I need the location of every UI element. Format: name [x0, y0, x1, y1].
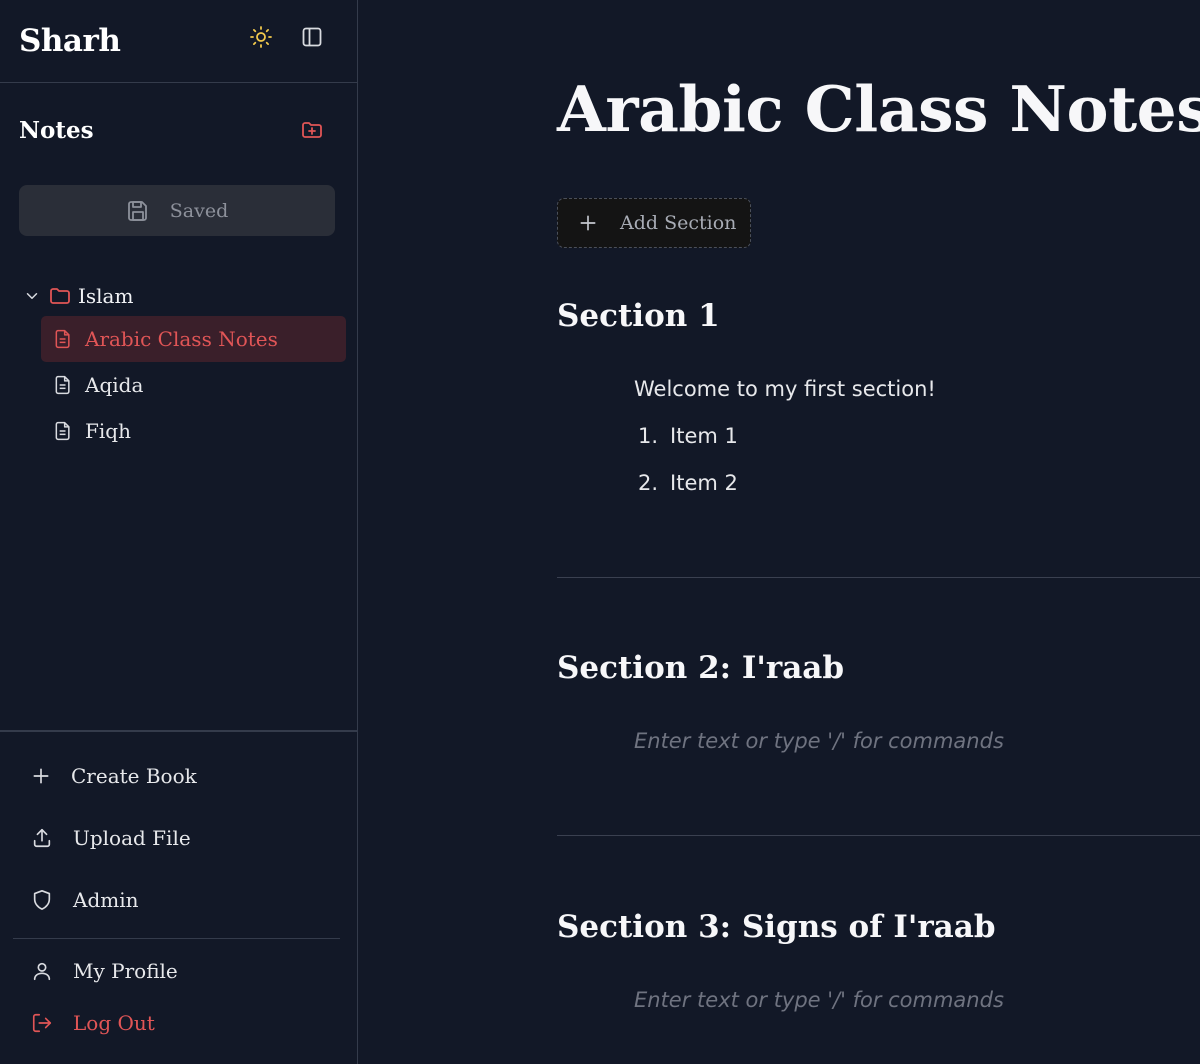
note-label: Aqida — [85, 373, 144, 397]
create-book-button[interactable]: Create Book — [13, 745, 358, 807]
my-profile-button[interactable]: My Profile — [13, 945, 358, 997]
app-root: Sharh Notes Saved Islam Arabic Class Not… — [0, 0, 1200, 1064]
note-label: Fiqh — [85, 419, 131, 443]
section-editor-placeholder[interactable]: Enter text or type '/' for commands — [634, 988, 1004, 1012]
chevron-down-icon[interactable] — [22, 287, 42, 305]
plus-icon — [33, 768, 49, 784]
note-item-arabic-class-notes[interactable]: Arabic Class Notes — [41, 316, 346, 362]
list-text: Item 1 — [670, 424, 738, 448]
file-text-icon — [55, 329, 70, 349]
upload-file-button[interactable]: Upload File — [13, 807, 358, 869]
sidebar-header: Sharh — [0, 0, 357, 83]
folder-plus-icon — [302, 122, 322, 138]
shield-icon — [33, 890, 51, 910]
log-out-label: Log Out — [73, 1011, 155, 1035]
section-divider — [557, 835, 1200, 836]
my-profile-label: My Profile — [73, 959, 178, 983]
list-number: 1. — [638, 424, 659, 448]
upload-file-label: Upload File — [73, 826, 191, 850]
editor-main: Arabic Class Notes Add Section Section 1… — [358, 0, 1200, 1064]
note-label: Arabic Class Notes — [85, 327, 278, 351]
list-text: Item 2 — [670, 471, 738, 495]
section-divider — [557, 577, 1200, 578]
sidebar: Sharh Notes Saved Islam Arabic Class Not… — [0, 0, 358, 1064]
note-item-aqida[interactable]: Aqida — [41, 362, 346, 408]
admin-button[interactable]: Admin — [13, 869, 358, 931]
upload-icon — [33, 828, 51, 848]
save-icon — [127, 200, 147, 221]
folder-icon — [50, 288, 70, 304]
saved-label: Saved — [169, 199, 229, 222]
footer-divider — [13, 938, 340, 939]
toggle-sidebar-button[interactable] — [297, 22, 327, 52]
plus-icon — [580, 215, 596, 231]
brand-logo[interactable]: Sharh — [19, 23, 121, 59]
notes-title: Notes — [19, 116, 94, 144]
create-book-label: Create Book — [71, 764, 197, 788]
user-icon — [33, 962, 51, 981]
folder-name: Islam — [78, 284, 134, 308]
log-out-button[interactable]: Log Out — [13, 997, 358, 1049]
notes-header: Notes — [0, 83, 357, 173]
section-title[interactable]: Section 3: Signs of I'raab — [557, 909, 996, 945]
section-editor-placeholder[interactable]: Enter text or type '/' for commands — [634, 729, 1004, 753]
admin-label: Admin — [73, 888, 139, 912]
section-text[interactable]: Welcome to my first section! — [634, 377, 936, 401]
saved-button[interactable]: Saved — [19, 185, 335, 236]
page-title[interactable]: Arabic Class Notes — [557, 72, 1200, 146]
add-section-label: Add Section — [620, 212, 737, 234]
sidebar-panel-icon — [302, 27, 322, 47]
section-title[interactable]: Section 2: I'raab — [557, 650, 844, 686]
list-number: 2. — [638, 471, 659, 495]
notes-tree: Islam Arabic Class Notes Aqida Fiqh — [0, 276, 357, 454]
log-out-icon — [32, 1013, 52, 1033]
file-text-icon — [55, 375, 70, 395]
note-item-fiqh[interactable]: Fiqh — [41, 408, 346, 454]
folder-islam[interactable]: Islam — [22, 276, 357, 316]
new-folder-button[interactable] — [297, 115, 327, 145]
add-section-button[interactable]: Add Section — [557, 198, 751, 248]
sun-icon — [250, 26, 272, 48]
list-item[interactable]: 1. Item 1 — [638, 424, 738, 448]
theme-toggle-button[interactable] — [246, 22, 276, 52]
sidebar-footer: Create Book Upload File Admin My Profile… — [0, 730, 358, 1064]
list-item[interactable]: 2. Item 2 — [638, 471, 738, 495]
file-text-icon — [55, 421, 70, 441]
section-title[interactable]: Section 1 — [557, 298, 720, 334]
